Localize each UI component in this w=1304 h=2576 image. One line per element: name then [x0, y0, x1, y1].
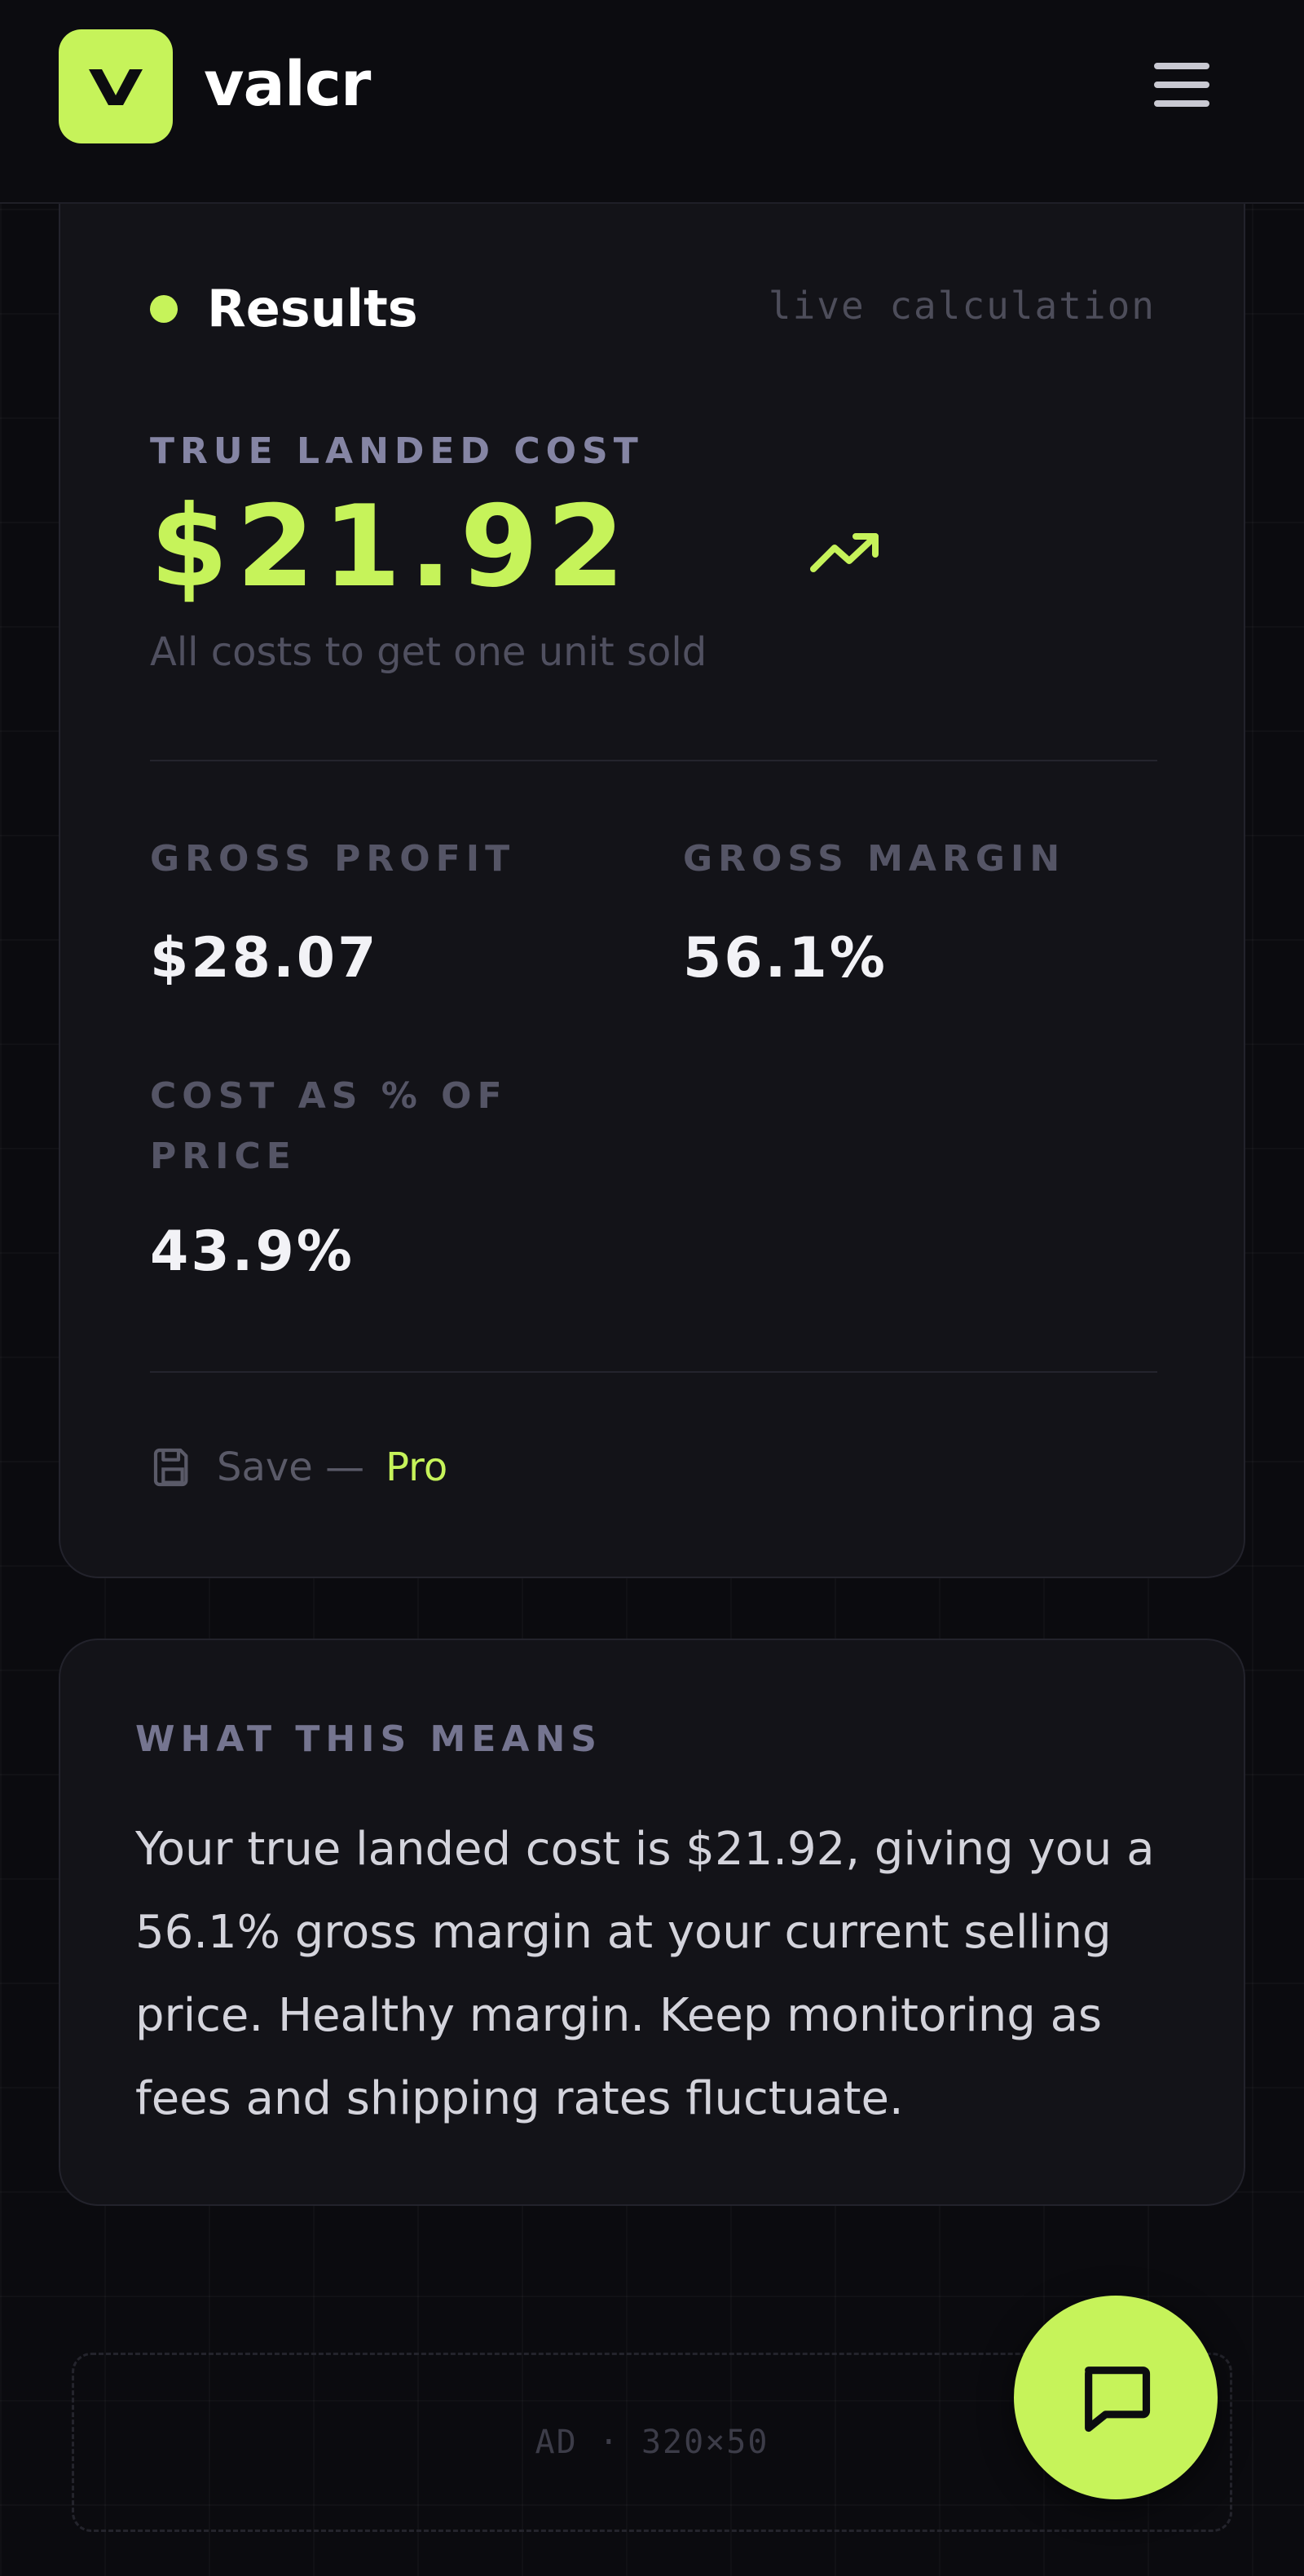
v-logo-icon — [89, 69, 143, 105]
pro-badge[interactable]: Pro — [385, 1445, 447, 1490]
what-this-means-text: Your true landed cost is $21.92, giving … — [135, 1823, 1155, 2125]
gross-margin-value: 56.1% — [683, 926, 888, 990]
divider — [150, 1371, 1157, 1373]
chat-bubble-icon — [1085, 2366, 1151, 2433]
live-status-dot — [150, 295, 178, 323]
app-header: valcr — [0, 0, 1304, 204]
chat-button[interactable] — [1014, 2296, 1218, 2499]
results-title: Results — [207, 279, 418, 338]
trending-up-icon — [810, 533, 879, 572]
what-this-means-label: WHAT THIS MEANS — [135, 1718, 602, 1760]
results-card: Results live calculation TRUE LANDED COS… — [59, 163, 1245, 1578]
true-landed-cost-subtitle: All costs to get one unit sold — [150, 629, 707, 675]
true-landed-cost-label: TRUE LANDED COST — [150, 430, 644, 472]
cost-percent-value: 43.9% — [150, 1220, 355, 1284]
divider — [150, 760, 1157, 761]
gross-profit-value: $28.07 — [150, 926, 379, 990]
gross-margin-label: GROSS MARGIN — [683, 838, 1066, 880]
save-label: Save — — [217, 1445, 365, 1490]
live-calculation-label: live calculation — [768, 284, 1156, 328]
hamburger-menu-icon[interactable] — [1141, 51, 1222, 119]
what-this-means-card: WHAT THIS MEANS Your true landed cost is… — [59, 1639, 1245, 2206]
save-button[interactable]: Save — Pro — [150, 1445, 447, 1490]
floppy-disk-icon — [153, 1448, 188, 1487]
gross-profit-label: GROSS PROFIT — [150, 838, 516, 880]
brand-name[interactable]: valcr — [204, 47, 371, 120]
ad-label: AD · 320×50 — [535, 2424, 769, 2461]
true-landed-cost-value: $21.92 — [150, 481, 633, 612]
cost-percent-label: COST AS % OF PRICE — [150, 1075, 508, 1177]
brand-logo[interactable] — [59, 29, 173, 143]
